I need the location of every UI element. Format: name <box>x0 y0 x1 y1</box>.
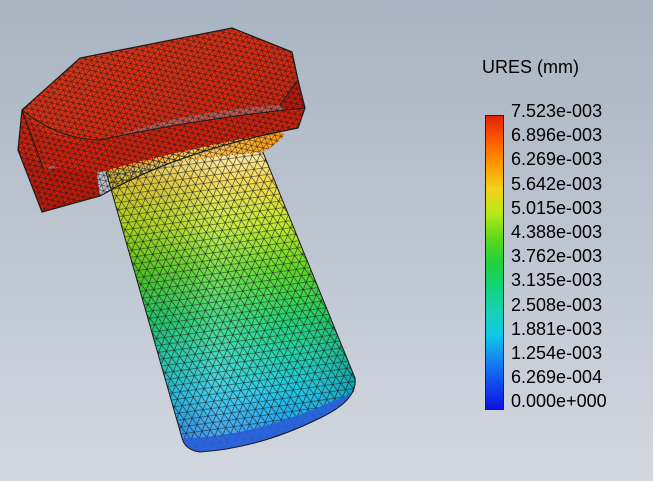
legend-label: 6.269e-003 <box>511 149 603 170</box>
legend-label: 4.388e-003 <box>511 222 603 242</box>
legend-label: 6.269e-004 <box>511 367 603 388</box>
legend-label: 6.896e-003 <box>511 125 603 146</box>
legend-label: 1.254e-003 <box>511 343 603 363</box>
legend-label: 3.762e-003 <box>511 246 603 267</box>
legend-label: 5.642e-003 <box>511 173 603 194</box>
legend-label: 0.000e+000 <box>511 391 607 412</box>
legend-label: 7.523e-003 <box>511 101 603 121</box>
legend-title: URES (mm) <box>482 57 579 77</box>
bolt-shank <box>104 149 356 453</box>
legend-color-bar <box>485 115 504 410</box>
legend-label: 1.881e-003 <box>511 318 603 339</box>
legend-label: 5.015e-003 <box>511 197 603 218</box>
legend-label: 3.135e-003 <box>511 270 603 291</box>
legend-label: 2.508e-003 <box>511 294 603 315</box>
